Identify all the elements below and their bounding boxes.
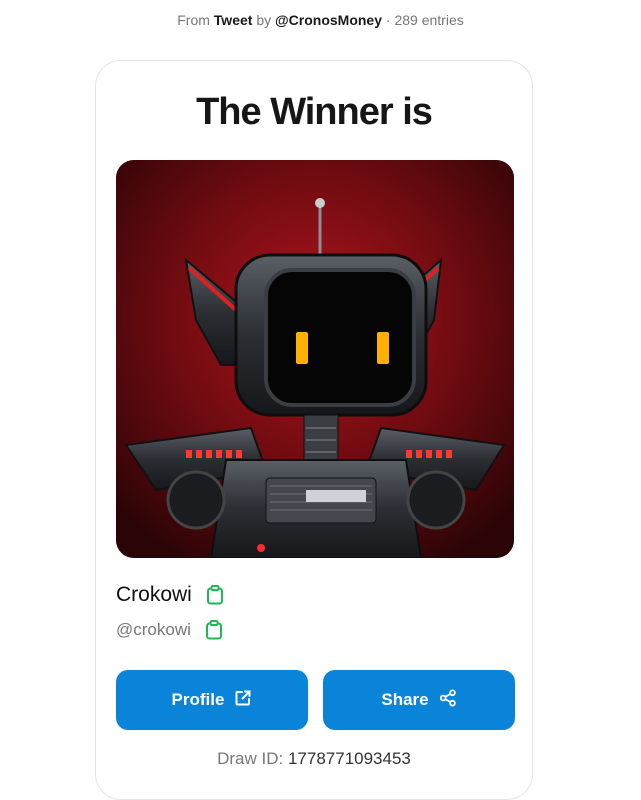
from-label: From: [177, 12, 210, 28]
draw-id: Draw ID: 1778771093453: [96, 749, 532, 769]
copy-name-icon[interactable]: [206, 585, 224, 605]
winner-avatar: [116, 160, 514, 558]
draw-id-value: 1778771093453: [287, 749, 411, 768]
share-button[interactable]: Share: [323, 670, 515, 730]
source-line: From Tweet by @CronosMoney · 289 entries: [0, 12, 641, 28]
robot-avatar-image: [116, 160, 514, 558]
card-title: The Winner is: [196, 91, 433, 133]
source-name[interactable]: Tweet: [214, 12, 253, 28]
share-icon: [439, 688, 457, 712]
share-button-label: Share: [381, 690, 429, 709]
copy-handle-icon[interactable]: [205, 620, 223, 640]
entries-count: 289 entries: [394, 12, 464, 28]
profile-button-label: Profile: [171, 690, 225, 709]
draw-id-label: Draw ID:: [217, 749, 284, 768]
winner-name: Crokowi: [116, 583, 192, 606]
external-link-icon: [234, 689, 252, 712]
winner-handle-row: @crokowi: [116, 620, 223, 640]
separator: ·: [385, 12, 391, 28]
by-label: by: [256, 12, 272, 28]
winner-name-row: Crokowi: [116, 583, 224, 607]
author-handle[interactable]: @CronosMoney: [275, 12, 382, 28]
winner-card: The Winner is Crokowi @crokowi Profile S…: [95, 60, 533, 800]
profile-button[interactable]: Profile: [116, 670, 308, 730]
winner-handle[interactable]: @crokowi: [116, 620, 191, 640]
